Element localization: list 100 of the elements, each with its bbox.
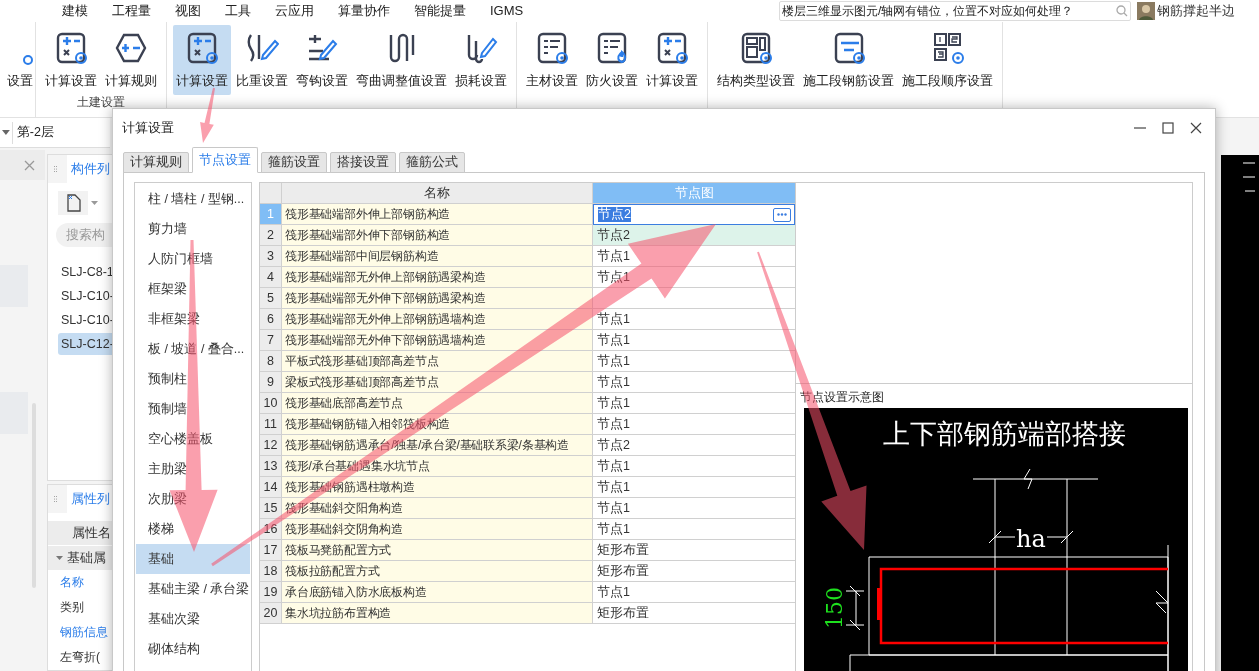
tab[interactable]: 节点设置 — [192, 147, 258, 173]
row-number: 13 — [260, 456, 282, 477]
caret-icon — [91, 200, 98, 206]
tab[interactable]: 搭接设置 — [330, 152, 396, 173]
category-item[interactable]: 楼梯 — [136, 514, 250, 544]
ribbon-button[interactable]: 弯曲调整值设置 — [353, 25, 450, 95]
row-number: 12 — [260, 435, 282, 456]
category-item[interactable]: 板 / 坡道 / 叠合... — [136, 334, 250, 364]
table-cell[interactable]: 节点1 — [593, 582, 795, 603]
table-cell[interactable]: 节点1 — [593, 372, 795, 393]
category-item[interactable]: 剪力墙 — [136, 214, 250, 244]
table-cell[interactable]: 节点1 — [593, 246, 795, 267]
menu-item[interactable]: 建模 — [62, 1, 88, 21]
maximize-button[interactable] — [1161, 122, 1175, 134]
user-name[interactable]: 钢筋撑起半边 — [1157, 1, 1235, 21]
component-item[interactable]: SLJ-C10- — [58, 285, 114, 307]
ribbon-button[interactable]: 计算设置 — [42, 25, 100, 95]
category-item[interactable]: 预制柱 — [136, 364, 250, 394]
menu-item[interactable]: 智能提量 — [414, 1, 466, 21]
component-item[interactable]: SLJ-C12- — [58, 333, 114, 355]
ribbon-button[interactable]: 施工段顺序设置 — [899, 25, 996, 95]
table-cell[interactable]: 节点1 — [593, 414, 795, 435]
category-item[interactable]: 砌体结构 — [136, 634, 250, 664]
ribbon-button[interactable]: 设置 — [7, 25, 33, 95]
help-search-field[interactable]: 楼层三维显示图元/轴网有错位，位置不对应如何处理？ — [779, 1, 1131, 21]
table-cell: 筏形基础端部无外伸下部钢筋遇墙构造 — [282, 330, 593, 351]
annotation-arrow — [200, 87, 215, 143]
panel-tab[interactable]: 构件列 — [67, 155, 114, 183]
row-number: 6 — [260, 309, 282, 330]
table-cell: 集水坑拉筋布置构造 — [282, 603, 593, 624]
menu-item[interactable]: IGMS — [490, 1, 524, 21]
category-item[interactable]: 非框架梁 — [136, 304, 250, 334]
menu-item[interactable]: 视图 — [175, 1, 201, 21]
row-number: 9 — [260, 372, 282, 393]
table-cell[interactable]: 矩形布置 — [593, 561, 795, 582]
calculator-gear-icon — [655, 31, 689, 65]
category-item[interactable]: 框架梁 — [136, 274, 250, 304]
group-label: 土建设置 — [77, 95, 125, 109]
node-field[interactable]: 节点2 — [593, 204, 795, 225]
menu-item[interactable]: 算量协作 — [338, 1, 390, 21]
table-cell[interactable]: 节点1 — [593, 456, 795, 477]
close-button[interactable] — [1189, 122, 1203, 134]
category-item[interactable]: 空心楼盖板 — [136, 424, 250, 454]
table-cell[interactable]: 节点1 — [593, 477, 795, 498]
table-cell[interactable]: 节点1 — [593, 330, 795, 351]
table-cell[interactable]: 矩形布置 — [593, 603, 795, 624]
property-name: 左弯折( — [59, 649, 101, 666]
ribbon-button[interactable]: 弯钩设置 — [293, 25, 351, 95]
category-item[interactable]: 基础主梁 / 承台梁 — [136, 574, 250, 604]
row-number: 20 — [260, 603, 282, 624]
table-cell[interactable]: 节点1 — [593, 309, 795, 330]
component-item[interactable]: SLJ-C8-1 — [58, 261, 114, 283]
table-cell: 筏形基础斜交阴角构造 — [282, 519, 593, 540]
table-cell: 筏形基础底部高差节点 — [282, 393, 593, 414]
ribbon-button[interactable]: 损耗设置 — [452, 25, 510, 95]
dimension-line — [845, 585, 865, 631]
table-cell[interactable]: 矩形布置 — [593, 540, 795, 561]
table-cell[interactable]: 节点1 — [593, 393, 795, 414]
category-item[interactable]: 次肋梁 — [136, 484, 250, 514]
table-cell[interactable]: 节点2 — [593, 435, 795, 456]
category-item[interactable]: 柱 / 墙柱 / 型钢... — [136, 184, 250, 214]
category-item[interactable]: 主肋梁 — [136, 454, 250, 484]
tab[interactable]: 计算规则 — [123, 152, 189, 173]
ribbon-button[interactable]: 结构类型设置 — [714, 25, 798, 95]
component-item[interactable]: SLJ-C10- — [58, 309, 114, 331]
menu-item[interactable]: 工具 — [225, 1, 251, 21]
table-cell: 平板式筏形基础顶部高差节点 — [282, 351, 593, 372]
ribbon-button[interactable]: 比重设置 — [233, 25, 291, 95]
ribbon-button[interactable]: 主材设置 — [523, 25, 581, 95]
table-cell: 筏形/承台基础遇集水坑节点 — [282, 456, 593, 477]
panel-tab[interactable]: 属性列 — [67, 485, 114, 513]
more-button[interactable] — [773, 207, 791, 222]
caret-icon — [2, 129, 10, 136]
category-item[interactable]: 人防门框墙 — [136, 244, 250, 274]
table-cell[interactable]: 节点1 — [593, 267, 795, 288]
ribbon-button[interactable]: 计算规则 — [102, 25, 160, 95]
category-item[interactable]: 基础次梁 — [136, 604, 250, 634]
row-number: 16 — [260, 519, 282, 540]
ribbon-button[interactable]: 施工段钢筋设置 — [800, 25, 897, 95]
category-item[interactable]: 预制墙 — [136, 394, 250, 424]
table-cell[interactable]: 节点1 — [593, 519, 795, 540]
ribbon-button[interactable]: 计算设置 — [173, 25, 231, 95]
row-number: 14 — [260, 477, 282, 498]
menu-item[interactable]: 工程量 — [112, 1, 151, 21]
hexagon-icon — [114, 31, 148, 65]
table-cell[interactable]: 节点2 — [593, 225, 795, 246]
ribbon-button[interactable]: 防火设置 — [583, 25, 641, 95]
layout-gear-icon — [739, 31, 773, 65]
new-button[interactable] — [58, 191, 88, 215]
tab[interactable]: 箍筋设置 — [261, 152, 327, 173]
search-field[interactable]: 搜索构 — [56, 223, 114, 247]
menu-item[interactable]: 云应用 — [275, 1, 314, 21]
table-cell: 筏形基础钢筋锚入相邻筏板构造 — [282, 414, 593, 435]
category-item[interactable]: 基础 — [136, 544, 250, 574]
tab[interactable]: 箍筋公式 — [399, 152, 465, 173]
table-cell[interactable]: 节点1 — [593, 498, 795, 519]
row-number: 15 — [260, 498, 282, 519]
ribbon-button[interactable]: 计算设置 — [643, 25, 701, 95]
row-number: 8 — [260, 351, 282, 372]
table-cell[interactable]: 节点1 — [593, 351, 795, 372]
